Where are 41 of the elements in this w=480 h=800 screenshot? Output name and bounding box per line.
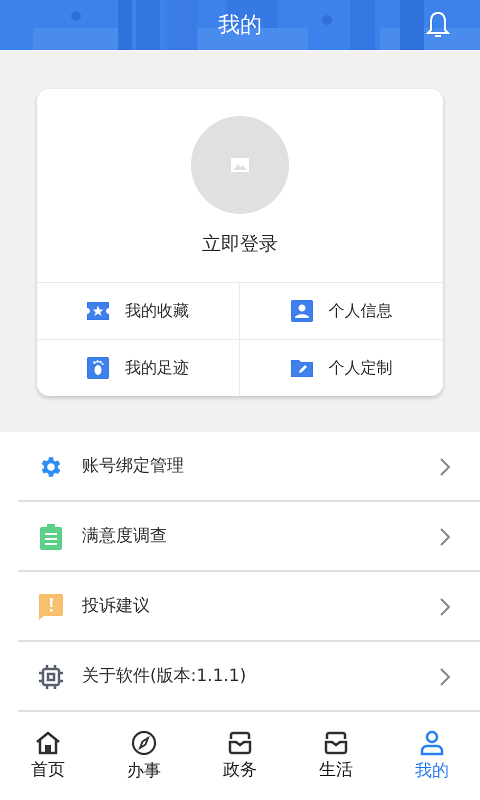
home-icon [35, 731, 61, 755]
user-icon [419, 730, 445, 756]
tray-icon [228, 731, 252, 755]
shortcut-label: 我的足迹 [125, 357, 189, 379]
chevron-right-icon [440, 598, 450, 616]
folder-icon [290, 358, 312, 378]
tab-item[interactable]: 办事 [96, 730, 192, 782]
compass-icon [131, 730, 157, 756]
tab-item[interactable]: 政务 [192, 731, 288, 781]
bell-icon[interactable] [426, 11, 450, 39]
shortcut-item[interactable]: 我的足迹 [37, 340, 240, 396]
shortcut-item[interactable]: 我的收藏 [37, 283, 240, 340]
menu-label: 投诉建议 [82, 595, 151, 618]
menu-item[interactable]: 投诉建议 [0, 572, 480, 642]
tab-item[interactable]: 我的 [384, 730, 480, 782]
shortcut-item[interactable]: 个人定制 [240, 340, 443, 396]
shortcut-label: 个人定制 [328, 357, 392, 379]
footprint-icon [87, 357, 109, 379]
menu-item[interactable]: 账号绑定管理 [0, 432, 480, 502]
menu-item[interactable]: 关于软件(版本:1.1.1) [0, 642, 480, 712]
chevron-right-icon [440, 668, 450, 686]
image-icon [231, 158, 249, 172]
chevron-right-icon [440, 458, 450, 476]
tab-item[interactable]: 生活 [288, 731, 384, 781]
clipboard-icon [40, 524, 62, 550]
menu-item[interactable]: 满意度调查 [0, 502, 480, 572]
person-icon [290, 300, 312, 322]
shortcut-label: 我的收藏 [125, 300, 189, 322]
tab-item[interactable]: 首页 [0, 731, 96, 781]
ticket-icon [87, 301, 109, 321]
page-title: 我的 [218, 12, 262, 40]
login-button[interactable]: 立即登录 [202, 230, 278, 258]
tray-icon [324, 731, 348, 755]
warning-message-icon [38, 594, 62, 620]
menu-label: 关于软件(版本:1.1.1) [82, 665, 248, 688]
menu-label: 满意度调查 [82, 525, 168, 548]
menu-label: 账号绑定管理 [82, 455, 185, 478]
shortcut-label: 个人信息 [328, 300, 392, 322]
chip-icon [38, 664, 64, 690]
shortcut-item[interactable]: 个人信息 [240, 283, 443, 340]
chevron-right-icon [440, 528, 450, 546]
